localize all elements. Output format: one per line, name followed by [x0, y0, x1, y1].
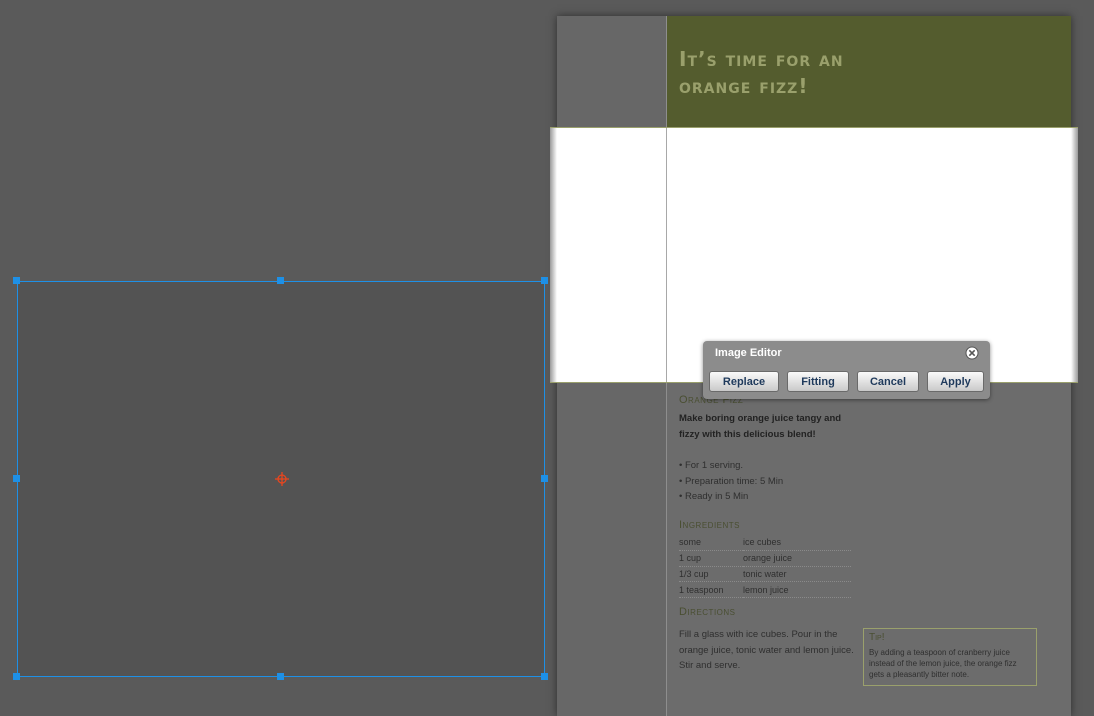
bullet-serving: • For 1 serving. [679, 460, 744, 471]
image-edge-right [1071, 127, 1078, 383]
tip-heading: Tip! [869, 632, 885, 643]
resize-handle-left[interactable] [13, 475, 20, 482]
image-top-border [550, 127, 1078, 128]
ingredient-item: tonic water [743, 566, 851, 583]
ingredient-item: ice cubes [743, 535, 851, 551]
column-guide-line [666, 127, 667, 383]
page-title: It’s time for an orange fizz! [679, 46, 979, 100]
crosshair-icon[interactable] [275, 472, 289, 486]
resize-handle-right[interactable] [541, 475, 548, 482]
cancel-button[interactable]: Cancel [857, 371, 919, 392]
image-edge-left [550, 127, 557, 383]
replace-button[interactable]: Replace [709, 371, 779, 392]
close-icon[interactable] [965, 346, 979, 360]
ingredient-amount: 1/3 cup [679, 566, 743, 583]
ingredient-amount: some [679, 535, 743, 551]
ingredients-heading: Ingredients [679, 519, 741, 531]
resize-handle-bottom-right[interactable] [541, 673, 548, 680]
apply-button[interactable]: Apply [927, 371, 984, 392]
page-title-line2: orange fizz! [679, 74, 809, 98]
resize-handle-top-right[interactable] [541, 277, 548, 284]
ingredients-table: some ice cubes 1 cup orange juice 1/3 cu… [679, 535, 851, 599]
recipe-bullets: • For 1 serving. • Preparation time: 5 M… [679, 458, 783, 505]
directions-text: Fill a glass with ice cubes. Pour in the… [679, 629, 854, 671]
recipe-intro: Make boring orange juice tangy and fizzy… [679, 413, 842, 440]
resize-handle-bottom[interactable] [277, 673, 284, 680]
dialog-title: Image Editor [715, 347, 782, 359]
resize-handle-top-left[interactable] [13, 277, 20, 284]
ingredient-item: lemon juice [743, 581, 851, 599]
ingredient-item: orange juice [743, 550, 851, 567]
directions-heading: Directions [679, 606, 736, 618]
bullet-prep-time: • Preparation time: 5 Min [679, 475, 784, 487]
tip-body: By adding a teaspoon of cranberry juice … [869, 648, 1017, 679]
resize-handle-bottom-left[interactable] [13, 673, 20, 680]
image-editor-dialog: Image Editor Replace Fitting Cancel Appl… [703, 341, 990, 399]
table-row: 1 teaspoon lemon juice [679, 581, 851, 599]
table-row: 1 cup orange juice [679, 550, 851, 567]
bullet-ready: • Ready in 5 Min [679, 491, 749, 502]
table-row: some ice cubes [679, 535, 851, 551]
table-row: 1/3 cup tonic water [679, 566, 851, 583]
fitting-button[interactable]: Fitting [787, 371, 849, 392]
page-title-line1: It’s time for an [679, 47, 844, 71]
ingredient-amount: 1 cup [679, 550, 743, 567]
resize-handle-top[interactable] [277, 277, 284, 284]
tip-box: Tip! By adding a teaspoon of cranberry j… [863, 628, 1037, 686]
ingredient-amount: 1 teaspoon [679, 581, 743, 599]
